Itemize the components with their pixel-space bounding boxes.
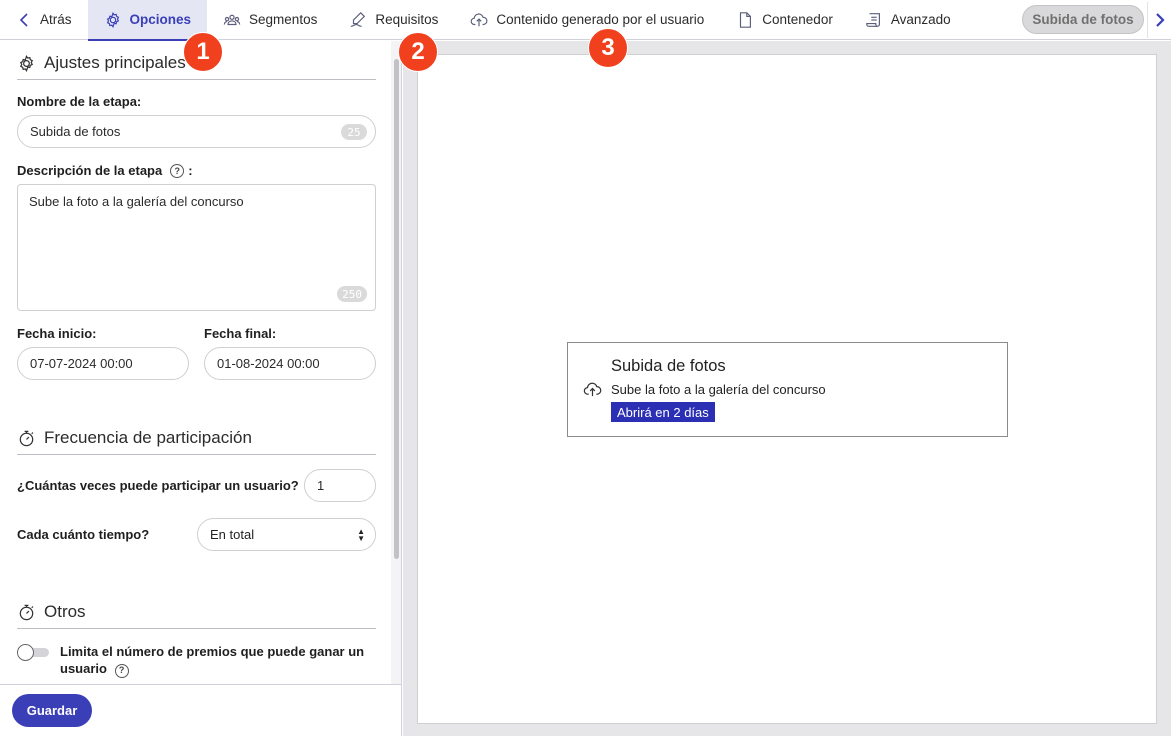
settings-scrollbar[interactable] — [391, 41, 401, 684]
frequency-title: Frecuencia de participación — [44, 428, 252, 447]
tab-container[interactable]: Contenedor — [720, 0, 849, 40]
gear-icon — [106, 11, 119, 28]
tab-container-label: Contenedor — [762, 12, 833, 27]
tab-requirements[interactable]: Requisitos — [333, 0, 454, 40]
stopwatch-icon — [19, 604, 34, 620]
back-button[interactable]: Atrás — [0, 0, 88, 40]
help-icon[interactable]: ? — [114, 663, 129, 678]
callout-marker-3: 3 — [588, 28, 628, 68]
callout-marker-1: 1 — [183, 32, 223, 72]
preview-canvas: Subida de fotos Sube la foto a la galerí… — [417, 54, 1157, 724]
participation-times-input[interactable]: 1 — [304, 469, 376, 502]
stage-name-label: Nombre de la etapa: — [17, 94, 142, 109]
start-date-input[interactable]: 07-07-2024 00:00 — [17, 347, 189, 380]
stage-preview-description: Sube la foto a la galería del concurso — [611, 382, 826, 397]
end-date-input[interactable]: 01-08-2024 00:00 — [204, 347, 376, 380]
tab-options-label: Opciones — [129, 12, 192, 27]
participation-times-label: ¿Cuántas veces puede participar un usuar… — [17, 478, 299, 493]
tab-user-generated-content-label: Contenido generado por el usuario — [496, 12, 705, 27]
stage-name-input[interactable]: Subida de fotos 25 — [17, 115, 376, 148]
settings-scroll-area[interactable]: Ajustes principales Nombre de la etapa: … — [0, 41, 390, 684]
scroll-icon — [866, 12, 880, 27]
stage-description-char-counter: 250 — [337, 286, 367, 302]
chevron-left-icon — [19, 12, 28, 27]
stage-description-label-row: Descripción de la etapa ? : — [17, 163, 376, 178]
limit-prizes-text: Limita el número de premios que puede ga… — [60, 643, 376, 678]
cloud-upload-icon — [471, 12, 488, 26]
select-arrows-icon: ▲ ▼ — [357, 527, 365, 543]
save-bar: Guardar — [0, 684, 401, 736]
stage-description-textarea[interactable]: Sube la foto a la galería del concurso 2… — [17, 184, 376, 311]
participation-times-value: 1 — [317, 478, 325, 493]
tab-options[interactable]: Opciones — [87, 0, 208, 41]
chevron-right-icon — [1155, 13, 1165, 27]
preview-area: Subida de fotos Sube la foto a la galerí… — [403, 41, 1171, 736]
settings-panel: Ajustes principales Nombre de la etapa: … — [0, 41, 402, 736]
save-button[interactable]: Guardar — [12, 694, 92, 727]
stage-status-badge: Abrirá en 2 días — [611, 402, 715, 422]
limit-prizes-row: Limita el número de premios que puede ga… — [17, 643, 376, 678]
others-heading: Otros — [17, 590, 376, 629]
frequency-heading: Frecuencia de participación — [17, 416, 376, 455]
stage-description-label: Descripción de la etapa — [17, 163, 163, 178]
participation-period-select[interactable]: En total ▲ ▼ — [197, 518, 376, 551]
stage-preview-card[interactable]: Subida de fotos Sube la foto a la galerí… — [567, 342, 1008, 437]
signature-icon — [351, 11, 366, 27]
cloud-upload-icon — [583, 381, 602, 397]
end-date-value: 01-08-2024 00:00 — [217, 356, 320, 371]
nav-next-button[interactable] — [1147, 2, 1171, 38]
tab-segments[interactable]: Segmentos — [207, 0, 333, 40]
participation-period-value: En total — [210, 527, 255, 542]
start-date-value: 07-07-2024 00:00 — [30, 356, 133, 371]
tab-advanced[interactable]: Avanzado — [849, 0, 967, 40]
callout-marker-2: 2 — [398, 32, 438, 72]
tab-user-generated-content[interactable]: Contenido generado por el usuario — [454, 0, 720, 40]
document-icon — [740, 11, 752, 28]
stopwatch-icon — [19, 430, 34, 446]
tab-advanced-label: Avanzado — [890, 12, 951, 27]
toggle-knob — [17, 644, 34, 661]
scrollbar-thumb[interactable] — [394, 59, 399, 559]
help-icon[interactable]: ? — [170, 163, 185, 178]
limit-prizes-label: Limita el número de premios que puede ga… — [60, 644, 365, 676]
start-date-label: Fecha inicio: — [17, 326, 97, 341]
gear-icon — [19, 54, 34, 72]
others-title: Otros — [44, 602, 86, 621]
participation-period-label: Cada cuánto tiempo? — [17, 527, 150, 542]
main-settings-title: Ajustes principales — [44, 53, 186, 72]
end-date-label: Fecha final: — [204, 326, 277, 341]
tab-segments-label: Segmentos — [249, 12, 318, 27]
stage-description-value: Sube la foto a la galería del concurso — [29, 194, 244, 209]
limit-prizes-toggle[interactable] — [17, 644, 50, 661]
stage-name-char-counter: 25 — [341, 124, 367, 140]
tab-requirements-label: Requisitos — [375, 12, 439, 27]
stage-preview-title: Subida de fotos — [611, 357, 726, 375]
stage-selector-pill[interactable]: Subida de fotos — [1022, 5, 1144, 34]
users-group-icon — [223, 14, 241, 25]
top-navigation: Atrás Opciones Segmentos Requisitos Cont… — [0, 0, 1171, 41]
stage-name-value: Subida de fotos — [30, 124, 121, 139]
back-label: Atrás — [40, 12, 72, 27]
stage-description-label-suffix: : — [188, 163, 193, 178]
